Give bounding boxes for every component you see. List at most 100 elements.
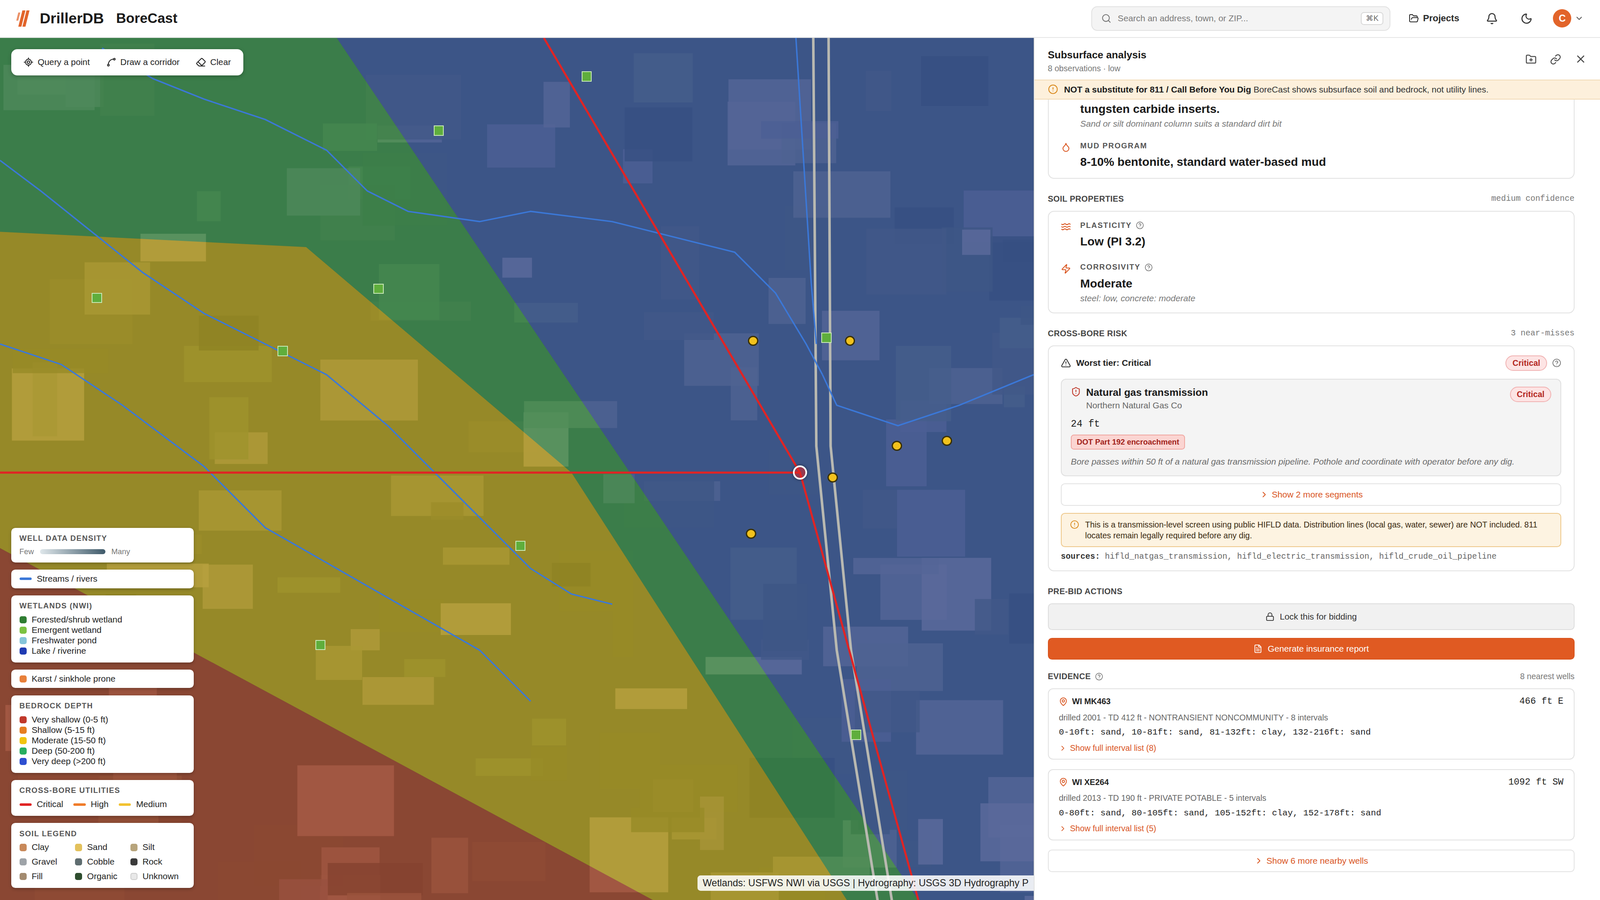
bedrock-zone: [0, 547, 653, 900]
chevron-right-icon: [1259, 490, 1269, 500]
panel-body: tungsten carbide inserts.Sand or silt do…: [1034, 99, 1600, 900]
legend-item: Clay: [19, 842, 75, 853]
property-icon: [1060, 221, 1071, 232]
wetland-marker: [373, 283, 384, 294]
bell-icon: [1485, 12, 1498, 25]
panel-title: Subsurface analysis: [1047, 49, 1147, 61]
map-pin-icon: [1058, 777, 1068, 787]
well-pin[interactable]: [745, 528, 756, 539]
swatch: [19, 726, 27, 734]
regulation-tag: DOT Part 192 encroachment: [1070, 434, 1185, 450]
app: DrillerDBBoreCastSearch an address, town…: [0, 0, 1600, 900]
swatch: [19, 747, 27, 755]
swatch: [75, 858, 83, 866]
interval-toggle[interactable]: Show full interval list (8): [1058, 743, 1157, 753]
swatch: [19, 737, 27, 745]
section-header: SOIL PROPERTIESmedium confidence: [1047, 194, 1575, 204]
soil-property: CORROSIVITYModeratesteel: low, concrete:…: [1060, 262, 1562, 304]
tool-button[interactable]: Draw a corridor: [100, 52, 186, 72]
legend-item: Very shallow (0-5 ft): [19, 714, 186, 725]
help-icon[interactable]: [1135, 221, 1145, 230]
tool-button[interactable]: Query a point: [17, 52, 97, 72]
crossbore-legend: CROSS-BORE UTILITIESCriticalHighMedium: [11, 780, 194, 816]
help-icon[interactable]: [1552, 358, 1562, 368]
legend-item: Lake / riverine: [19, 645, 186, 657]
legend-item: Silt: [130, 842, 186, 853]
panel-subtitle: 8 observations · low: [1047, 63, 1147, 74]
stream-line: [822, 374, 1034, 426]
wetland-marker: [850, 729, 861, 740]
notifications-button[interactable]: [1483, 10, 1500, 27]
interval-toggle[interactable]: Show full interval list (5): [1058, 823, 1157, 834]
chevron-down-icon: [1574, 13, 1584, 23]
legend-item: Fill: [19, 871, 75, 882]
wetland-marker: [315, 640, 326, 650]
show-more-segments[interactable]: Show 2 more segments: [1060, 483, 1562, 506]
save-to-project-icon[interactable]: [1525, 53, 1537, 65]
search-field[interactable]: Search an address, town, or ZIP...⌘K: [1091, 6, 1391, 31]
well-pin[interactable]: [941, 435, 952, 446]
swatch: [19, 626, 27, 634]
property-icon: [1060, 263, 1071, 274]
cross-bore-line[interactable]: [0, 471, 800, 474]
stream-line: [0, 343, 531, 701]
search-icon: [1101, 13, 1112, 24]
lock-icon: [1265, 612, 1275, 622]
help-icon[interactable]: [1095, 672, 1104, 681]
drilling-card: tungsten carbide inserts.Sand or silt do…: [1047, 99, 1575, 179]
tool-icon: [23, 57, 34, 68]
chevron-right-icon: [1254, 856, 1264, 866]
brand: DrillerDB: [39, 10, 104, 28]
stream-swatch: [19, 577, 32, 580]
chevron-right-icon: [1058, 744, 1068, 753]
swatch: [75, 843, 83, 851]
cross-bore-line[interactable]: [543, 37, 919, 900]
wetland-marker: [91, 292, 102, 303]
section-header: CROSS-BORE RISK3 near-misses: [1047, 328, 1575, 339]
map[interactable]: Query a pointDraw a corridorClear WELL DA…: [0, 37, 1034, 900]
tier-badge: Critical: [1510, 386, 1552, 403]
warning-banner: NOT a substitute for 811 / Call Before Y…: [1034, 79, 1600, 100]
legend-item: Rock: [130, 856, 186, 868]
swatch: [130, 843, 138, 851]
projects-button[interactable]: Projects: [1406, 10, 1462, 26]
account-button[interactable]: C: [1551, 7, 1586, 30]
wetlands-legend: WETLANDS (NWI)Forested/shrub wetlandEmer…: [11, 595, 194, 663]
swatch: [19, 675, 27, 683]
line-swatch: [19, 803, 32, 806]
alert-icon: [1047, 84, 1058, 95]
main: Query a pointDraw a corridorClear WELL DA…: [0, 37, 1600, 900]
tool-icon: [106, 57, 117, 68]
mud-field: MUD PROGRAM8-10% bentonite, standard wat…: [1060, 141, 1562, 169]
wetland-marker: [277, 345, 288, 356]
bedrock-zone: [0, 231, 848, 900]
legend-item: Medium: [118, 799, 168, 810]
query-point[interactable]: [792, 465, 808, 480]
legend-item: Sand: [75, 842, 131, 853]
help-icon[interactable]: [1144, 263, 1153, 272]
tool-button[interactable]: Clear: [189, 52, 237, 72]
panel-header: Subsurface analysis 8 observations · low: [1034, 37, 1600, 80]
legend-item: High: [73, 799, 109, 810]
bedrock-zone: [0, 37, 919, 900]
alert-icon: [1070, 520, 1080, 530]
segment-card: Natural gas transmissionNorthern Natural…: [1060, 378, 1562, 477]
legend-item: Deep (50-200 ft): [19, 745, 186, 757]
link-icon[interactable]: [1550, 53, 1562, 65]
droplet-icon: [1060, 142, 1071, 153]
wetland-marker: [433, 125, 444, 136]
section-header: EVIDENCE8 nearest wells: [1047, 671, 1575, 682]
show-more-wells[interactable]: Show 6 more nearby wells: [1047, 849, 1575, 873]
disclaimer: This is a transmission-level screen usin…: [1060, 512, 1562, 547]
theme-button[interactable]: [1518, 10, 1535, 27]
soil-card: PLASTICITYLow (PI 3.2)CORROSIVITYModerat…: [1047, 210, 1575, 314]
action-button[interactable]: Lock this for bidding: [1047, 603, 1575, 630]
close-icon[interactable]: [1574, 52, 1587, 65]
legend-stack: WELL DATA DENSITYFewManyStreams / rivers…: [11, 527, 194, 888]
well-pin[interactable]: [747, 335, 758, 346]
map-toolbar: Query a pointDraw a corridorClear: [11, 49, 244, 76]
map-attribution: Wetlands: USFWS NWI via USGS | Hydrograp…: [697, 875, 1034, 891]
well-pin[interactable]: [827, 472, 838, 483]
swatch: [19, 616, 27, 624]
action-button[interactable]: Generate insurance report: [1047, 637, 1575, 660]
